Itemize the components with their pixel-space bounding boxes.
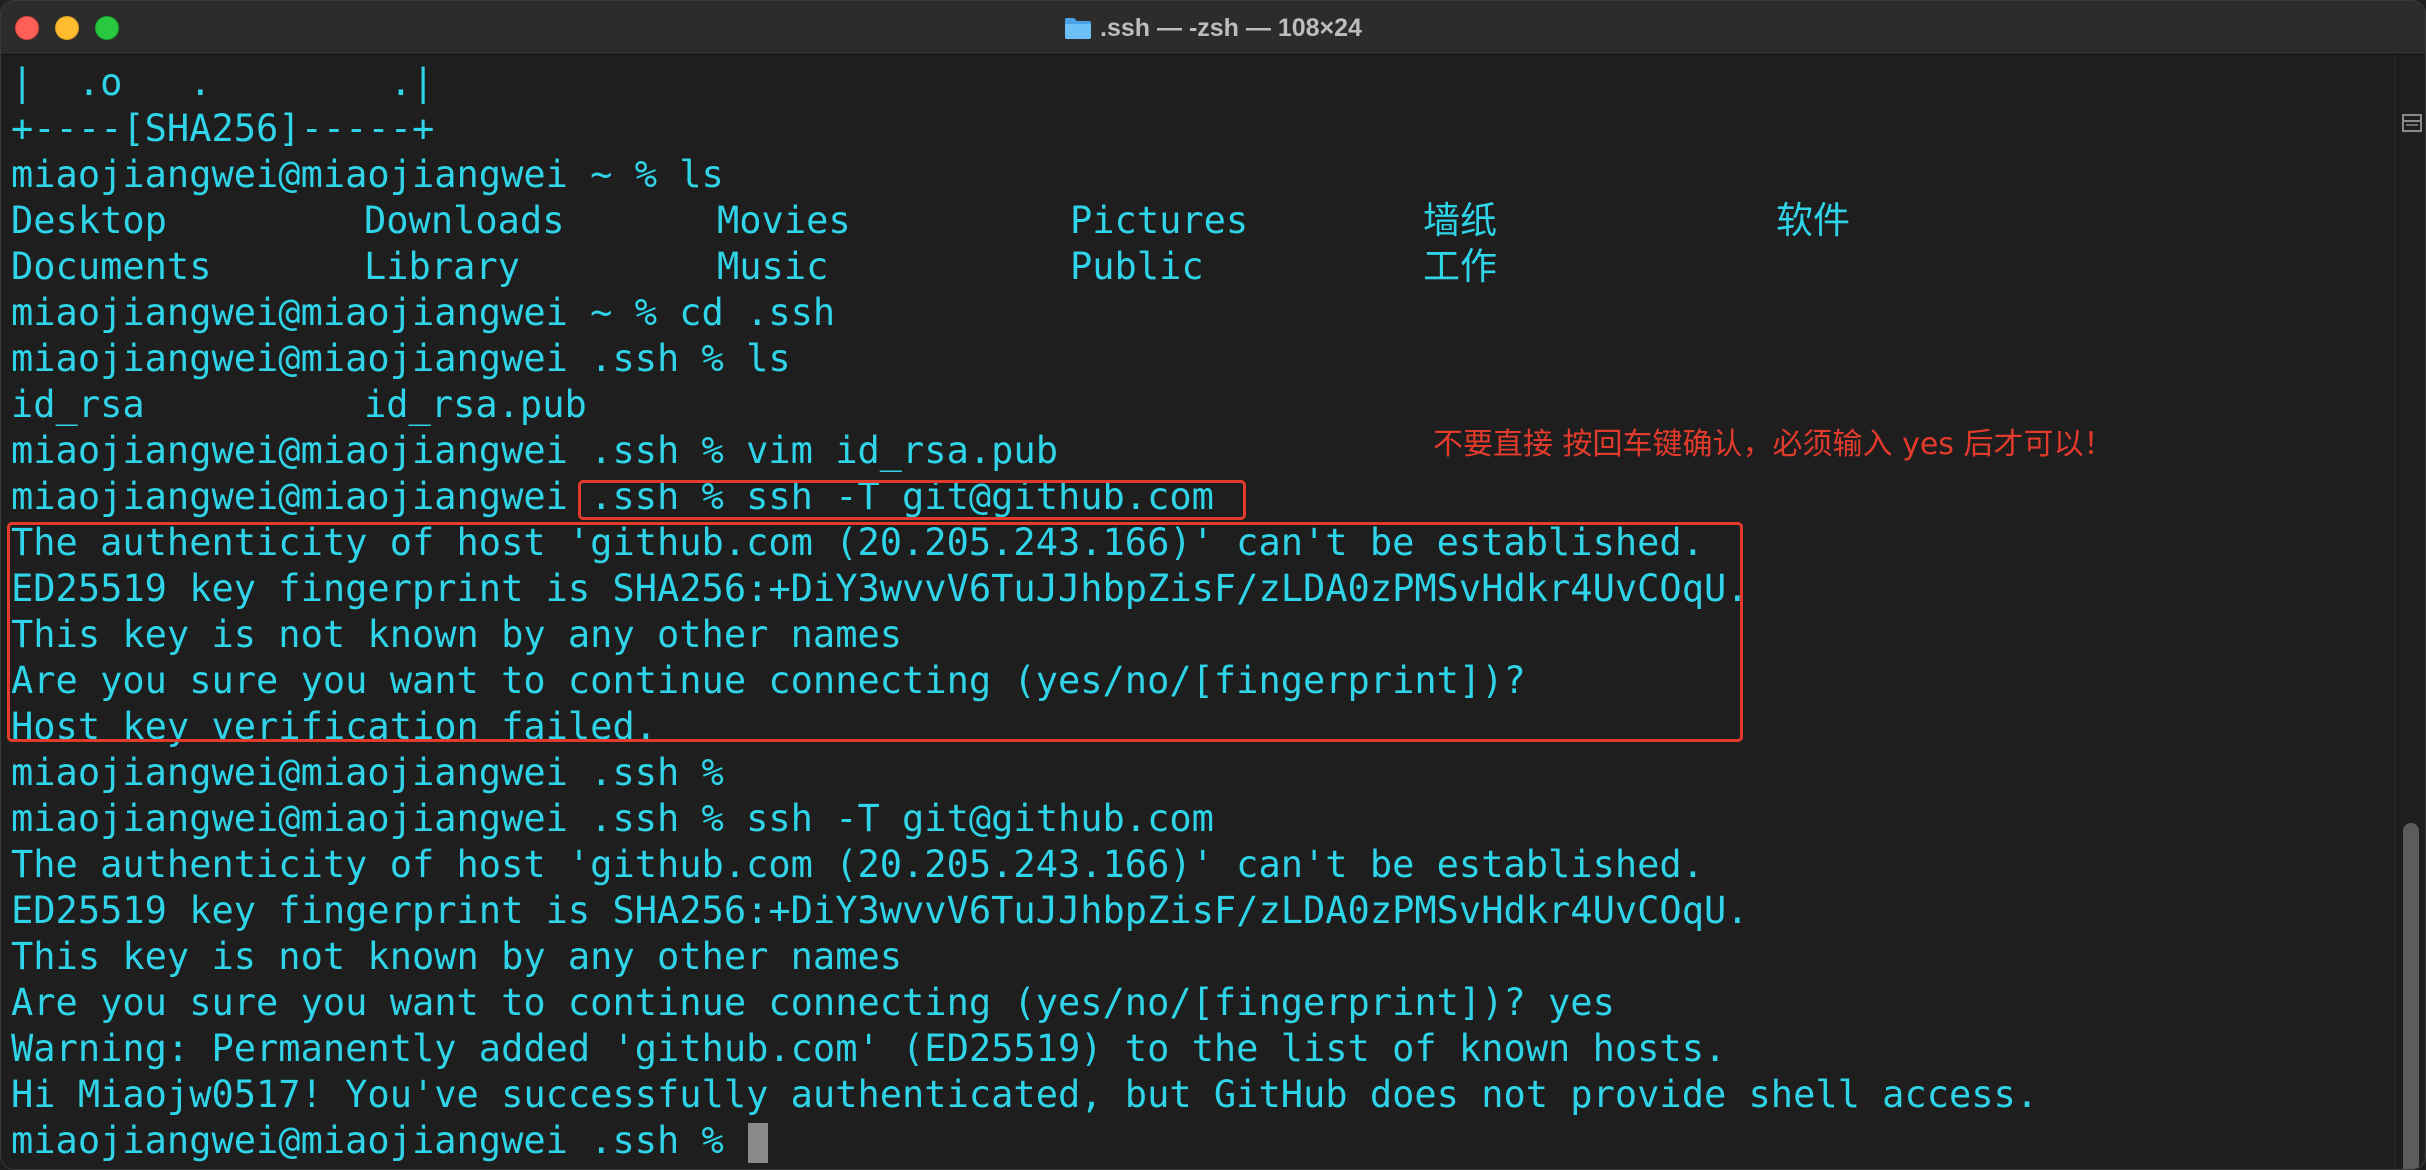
terminal-line: +----[SHA256]-----+ xyxy=(11,107,435,150)
terminal-line: Are you sure you want to continue connec… xyxy=(11,981,1615,1024)
scrollbar[interactable] xyxy=(2394,55,2425,1169)
split-pane-icon[interactable] xyxy=(2401,113,2423,133)
ls-entry: Movies xyxy=(717,199,851,242)
terminal-line: miaojiangwei@miaojiangwei .ssh % vim id_… xyxy=(11,429,1058,472)
window-title-group: .ssh — -zsh — 108×24 xyxy=(1,1,2425,55)
terminal-window: .ssh — -zsh — 108×24 | .o . .| +----[SHA… xyxy=(0,0,2426,1170)
text-cursor[interactable] xyxy=(748,1122,769,1163)
terminal-line: ED25519 key fingerprint is SHA256:+DiY3w… xyxy=(11,889,1749,932)
terminal-line: miaojiangwei@miaojiangwei .ssh % ls xyxy=(11,337,791,380)
ls-entry: 墙纸 xyxy=(1423,199,1497,242)
scrollbar-thumb[interactable] xyxy=(2403,823,2419,1169)
ls-entry: 工作 xyxy=(1423,245,1497,288)
terminal-line: miaojiangwei@miaojiangwei .ssh % xyxy=(11,751,724,794)
terminal-line: This key is not known by any other names xyxy=(11,935,903,978)
terminal-line: Hi Miaojw0517! You've successfully authe… xyxy=(11,1073,2039,1116)
output-highlight-box xyxy=(7,522,1743,742)
ls-entry: Music xyxy=(717,245,829,288)
terminal-line: | .o . .| xyxy=(11,61,435,104)
folder-icon xyxy=(1064,16,1092,40)
ls-entry: Desktop xyxy=(11,199,167,242)
terminal-line: The authenticity of host 'github.com (20… xyxy=(11,843,1704,886)
ls-output-row: Desktop Downloads Movies Pictures 墙纸 软件 xyxy=(11,198,2311,244)
title-bar[interactable]: .ssh — -zsh — 108×24 xyxy=(1,1,2425,55)
ls-output-row: Documents Library Music Public 工作 xyxy=(11,244,2311,290)
command-highlight-box xyxy=(578,480,1246,520)
terminal-line: miaojiangwei@miaojiangwei ~ % ls xyxy=(11,153,724,196)
prompt-text: miaojiangwei@miaojiangwei .ssh % xyxy=(11,1119,747,1162)
ls-entry: Documents xyxy=(11,245,212,288)
terminal-output[interactable]: | .o . .| +----[SHA256]-----+ miaojiangw… xyxy=(7,60,2381,1166)
warning-annotation: 不要直接 按回车键确认，必须输入 yes 后才可以！ xyxy=(1433,427,2114,462)
window-title: .ssh — -zsh — 108×24 xyxy=(1100,13,1362,42)
prompt-line: miaojiangwei@miaojiangwei .ssh % xyxy=(11,1118,769,1164)
terminal-line: miaojiangwei@miaojiangwei ~ % cd .ssh xyxy=(11,291,836,334)
ls-output-row: id_rsa id_rsa.pub xyxy=(11,382,811,428)
ls-entry: Downloads xyxy=(364,199,565,242)
ls-entry: Pictures xyxy=(1070,199,1249,242)
terminal-line: miaojiangwei@miaojiangwei .ssh % ssh -T … xyxy=(11,797,1214,840)
ls-entry: Library xyxy=(364,245,520,288)
terminal-line: Warning: Permanently added 'github.com' … xyxy=(11,1027,1727,1070)
ls-entry: id_rsa.pub xyxy=(364,383,587,426)
ls-entry: 软件 xyxy=(1776,199,1850,242)
ls-entry: id_rsa xyxy=(11,383,145,426)
ls-entry: Public xyxy=(1070,245,1204,288)
